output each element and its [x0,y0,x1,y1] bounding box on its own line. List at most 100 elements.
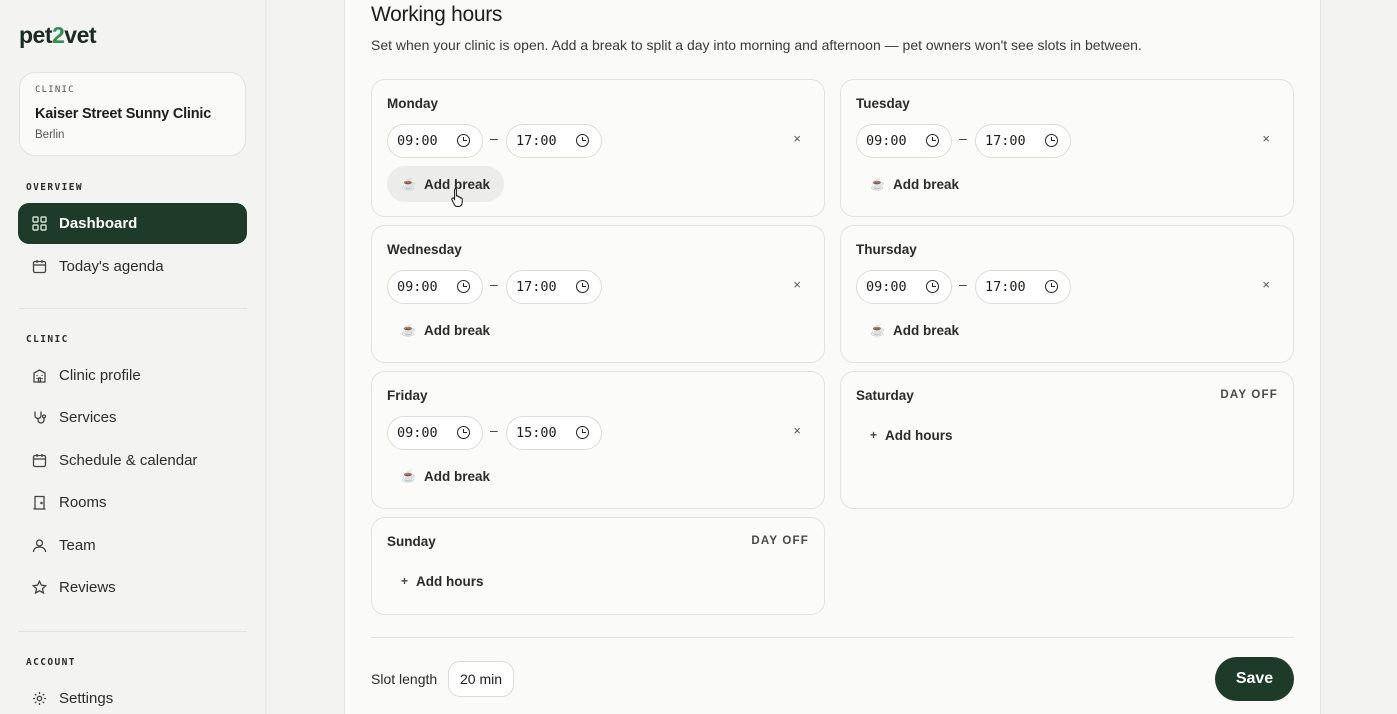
clock-icon [926,134,939,147]
clinic-card-label: CLINIC [35,85,75,95]
close-time-input[interactable]: 17:00 [506,124,602,158]
close-time-input[interactable]: 15:00 [506,416,602,450]
stethoscope-icon [31,410,47,426]
open-time-input[interactable]: 09:00 [387,270,483,304]
clock-icon [1045,280,1058,293]
add-break-button[interactable]: ☕ Add break [387,312,504,348]
clinic-name: Kaiser Street Sunny Clinic [35,106,212,122]
page-subtitle: Set when your clinic is open. Add a brea… [371,37,1142,53]
day-name: Tuesday [856,96,910,111]
sidebar-item-todays-agenda[interactable]: Today's agenda [18,246,247,287]
remove-hours-button[interactable]: × [1262,131,1270,146]
sidebar-item-team[interactable]: Team [18,525,247,566]
day-name: Wednesday [387,242,462,257]
clock-icon [457,134,470,147]
sidebar-item-settings[interactable]: Settings [18,678,247,714]
day-name: Sunday [387,534,436,549]
sidebar-divider [18,631,247,632]
grid-icon [31,216,47,232]
clinic-city: Berlin [35,129,65,141]
app-logo[interactable]: pet2vet [19,22,97,49]
sidebar-item-label: Services [59,409,117,426]
add-break-button[interactable]: ☕ Add break [856,312,973,348]
day-name: Monday [387,96,439,111]
close-time-input[interactable]: 17:00 [506,270,602,304]
sidebar-divider [18,308,247,309]
building-icon [31,368,47,384]
range-separator: – [490,422,498,438]
clock-icon [457,426,470,439]
day-card-saturday: Saturday DAY OFF + Add hours [840,371,1294,509]
sidebar-item-label: Reviews [59,579,116,596]
day-card-sunday: Sunday DAY OFF + Add hours [371,517,825,615]
sidebar-item-dashboard[interactable]: Dashboard [18,203,247,244]
door-icon [31,495,47,511]
range-separator: – [959,276,967,292]
star-icon [31,580,47,596]
section-label-account: ACCOUNT [26,657,76,668]
cup-icon: ☕ [401,323,416,337]
add-break-button[interactable]: ☕ Add break [387,458,504,494]
cup-icon: ☕ [401,177,416,191]
remove-hours-button[interactable]: × [793,277,801,292]
day-name: Saturday [856,388,914,403]
sidebar-item-clinic-profile[interactable]: Clinic profile [18,355,247,396]
page-title: Working hours [371,3,503,26]
calendar-icon [31,259,47,275]
day-name: Friday [387,388,428,403]
add-break-button[interactable]: ☕ Add break [856,166,973,202]
range-separator: – [490,276,498,292]
remove-hours-button[interactable]: × [793,423,801,438]
sidebar-item-rooms[interactable]: Rooms [18,482,247,523]
slot-length-select[interactable]: 20 min [448,661,514,697]
sidebar-item-schedule-calendar[interactable]: Schedule & calendar [18,440,247,481]
day-off-badge: DAY OFF [1220,389,1278,401]
gear-icon [31,691,47,707]
day-card-thursday: Thursday 09:00 – 17:00 × ☕ Add break [840,225,1294,363]
day-card-tuesday: Tuesday 09:00 – 17:00 × ☕ Add break [840,79,1294,217]
day-off-badge: DAY OFF [751,535,809,547]
cup-icon: ☕ [870,177,885,191]
clock-icon [576,426,589,439]
range-separator: – [490,130,498,146]
close-time-input[interactable]: 17:00 [975,124,1071,158]
open-time-input[interactable]: 09:00 [856,124,952,158]
day-card-friday: Friday 09:00 – 15:00 × ☕ Add break [371,371,825,509]
plus-icon: + [870,428,878,442]
clock-icon [926,280,939,293]
sidebar: pet2vet CLINIC Kaiser Street Sunny Clini… [0,0,266,714]
user-icon [31,538,47,554]
save-button[interactable]: Save [1215,657,1294,701]
clock-icon [576,134,589,147]
close-time-input[interactable]: 17:00 [975,270,1071,304]
day-name: Thursday [856,242,917,257]
sidebar-item-label: Clinic profile [59,367,141,384]
section-label-overview: OVERVIEW [26,182,83,193]
remove-hours-button[interactable]: × [1262,277,1270,292]
day-card-monday: Monday 09:00 – 17:00 × ☕ Add break [371,79,825,217]
section-label-clinic: CLINIC [26,334,69,345]
clock-icon [457,280,470,293]
clock-icon [576,280,589,293]
plus-icon: + [401,574,409,588]
sidebar-item-label: Schedule & calendar [59,452,198,469]
range-separator: – [959,130,967,146]
open-time-input[interactable]: 09:00 [387,416,483,450]
remove-hours-button[interactable]: × [793,131,801,146]
calendar-icon [31,453,47,469]
sidebar-item-label: Dashboard [59,215,138,232]
sidebar-item-label: Settings [59,690,114,707]
add-hours-button[interactable]: + Add hours [387,563,498,599]
open-time-input[interactable]: 09:00 [387,124,483,158]
footer-divider [371,637,1294,638]
add-hours-button[interactable]: + Add hours [856,417,967,453]
add-break-button[interactable]: ☕ Add break [387,166,504,202]
sidebar-item-label: Team [59,537,96,554]
sidebar-item-reviews[interactable]: Reviews [18,567,247,608]
day-card-wednesday: Wednesday 09:00 – 17:00 × ☕ Add break [371,225,825,363]
open-time-input[interactable]: 09:00 [856,270,952,304]
sidebar-item-services[interactable]: Services [18,397,247,438]
clinic-switcher-card[interactable]: CLINIC Kaiser Street Sunny Clinic Berlin [19,72,246,156]
clock-icon [1045,134,1058,147]
sidebar-item-label: Rooms [59,494,107,511]
